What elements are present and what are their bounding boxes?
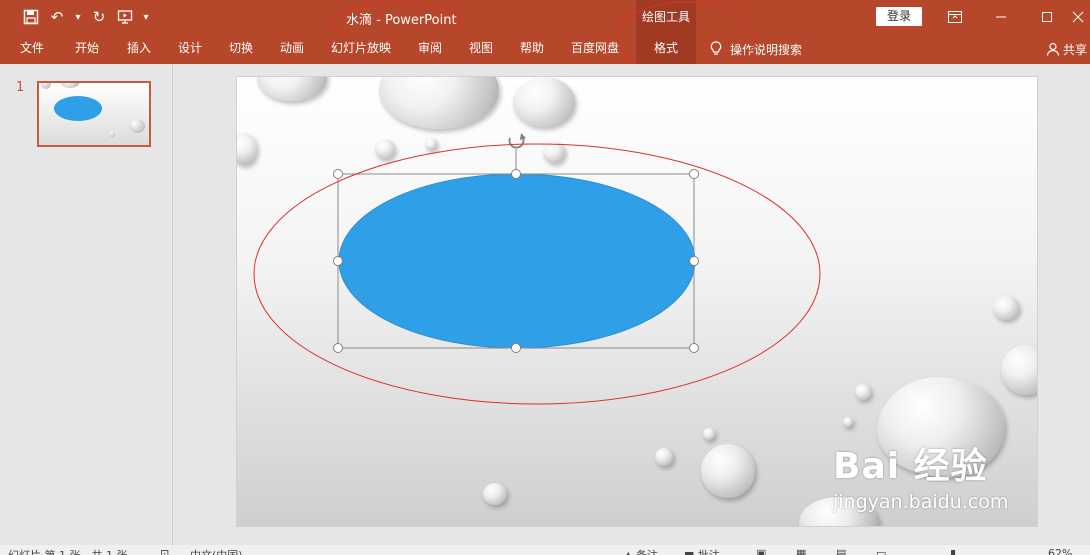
slide-sorter-view-icon[interactable]: ▦ <box>796 547 806 555</box>
notes-button[interactable]: ▲ 备注 <box>624 547 658 555</box>
slide-editor-canvas: Bai 经验 jingyan.baidu.com <box>174 64 1090 545</box>
format-tab-annotation-circle <box>617 1 755 64</box>
rotate-handle-icon[interactable] <box>508 133 527 149</box>
resize-handle-bottom-left[interactable] <box>333 343 343 353</box>
slide-number: 1 <box>16 80 25 95</box>
comments-label: 批注 <box>698 549 720 555</box>
watermark-main-text: Bai 经验 <box>833 446 988 487</box>
zoom-slider[interactable]: ▮ <box>950 547 956 555</box>
thumbnail-water-drop <box>41 83 51 89</box>
slide-thumbnail[interactable] <box>37 81 151 147</box>
thumbnail-water-drop <box>129 119 145 133</box>
status-bar: 幻灯片 第 1 张，共 1 张 ⊡ 中文(中国) ▲ 备注 ■ 批注 ▣ ▦ ▤… <box>0 545 1090 555</box>
slideshow-view-icon[interactable]: ▭ <box>876 547 886 555</box>
ribbon-tab-bar: 文件 开始 插入 设计 切换 动画 幻灯片放映 审阅 视图 帮助 百度网盘 格式… <box>0 1 1090 64</box>
comments-button[interactable]: ■ 批注 <box>684 547 720 555</box>
slide[interactable]: Bai 经验 jingyan.baidu.com <box>236 76 1038 527</box>
resize-handle-top-left[interactable] <box>333 169 343 179</box>
slide-count-status: 幻灯片 第 1 张，共 1 张 <box>8 547 127 555</box>
language-status[interactable]: 中文(中国) <box>190 547 243 555</box>
resize-handle-right[interactable] <box>689 256 699 266</box>
slide-thumbnail-pane: 1 <box>0 64 173 545</box>
resize-handle-top-right[interactable] <box>689 169 699 179</box>
thumbnail-water-drop <box>109 131 115 137</box>
thumbnail-ellipse-shape <box>54 96 102 121</box>
blue-ellipse-shape[interactable] <box>338 173 696 349</box>
resize-handle-left[interactable] <box>333 256 343 266</box>
baidu-jingyan-watermark: Bai 经验 jingyan.baidu.com <box>833 437 1008 513</box>
reading-view-icon[interactable]: ▤ <box>836 547 846 555</box>
resize-handle-bottom-right[interactable] <box>689 343 699 353</box>
notes-label: 备注 <box>636 549 658 555</box>
spellcheck-icon[interactable]: ⊡ <box>160 547 169 555</box>
thumbnail-water-drop <box>61 83 79 88</box>
zoom-level[interactable]: 62% <box>1048 547 1072 555</box>
watermark-url-text: jingyan.baidu.com <box>833 491 1009 513</box>
normal-view-icon[interactable]: ▣ <box>756 547 766 555</box>
resize-handle-bottom[interactable] <box>511 343 521 353</box>
powerpoint-window: ↶ ▾ ↻ ▾ 水滴 - PowerPoint 绘图工具 登录 文件 开始 插入… <box>0 0 1090 555</box>
resize-handle-top[interactable] <box>511 169 521 179</box>
